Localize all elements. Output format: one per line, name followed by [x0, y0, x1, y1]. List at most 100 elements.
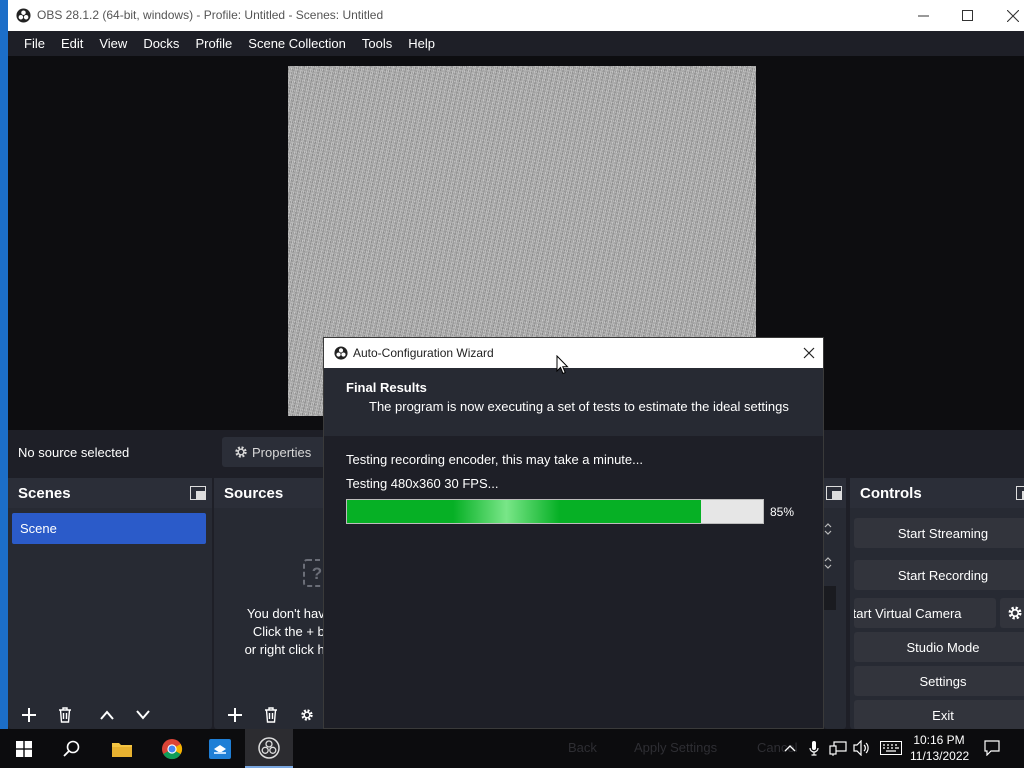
search-button[interactable] [48, 729, 96, 768]
dialog-title: Auto-Configuration Wizard [353, 346, 494, 360]
taskbar: Back Apply Settings Cancel 10:16 PM 11/1… [0, 729, 1024, 768]
close-window-button[interactable] [990, 0, 1024, 31]
start-button[interactable] [0, 729, 48, 768]
dialog-header: Final Results The program is now executi… [324, 368, 823, 436]
start-virtual-camera-button[interactable]: Start Virtual Camera [854, 598, 996, 628]
notifications-button[interactable] [982, 738, 1002, 758]
obs-logo-icon [334, 346, 348, 360]
spin-arrows-icon[interactable] [824, 522, 832, 536]
trash-icon [59, 707, 71, 723]
app-window-icon [209, 738, 231, 759]
start-streaming-button[interactable]: Start Streaming [854, 518, 1024, 548]
dialog-heading: Final Results [346, 380, 427, 395]
menu-tools[interactable]: Tools [354, 36, 400, 51]
network-icon [829, 741, 847, 756]
close-icon[interactable] [800, 344, 818, 362]
chevron-up-icon [784, 745, 796, 752]
obs-taskbar-button[interactable] [245, 729, 293, 768]
start-recording-button[interactable]: Start Recording [854, 560, 1024, 590]
remove-source-button[interactable] [256, 701, 286, 729]
gear-icon [1008, 606, 1022, 620]
menu-profile[interactable]: Profile [187, 36, 240, 51]
menu-scene-collection[interactable]: Scene Collection [240, 36, 354, 51]
maximize-button[interactable] [944, 0, 990, 31]
app-taskbar-button[interactable] [196, 729, 244, 768]
keyboard-tray-icon[interactable] [878, 738, 904, 758]
back-button-behind: Back [568, 740, 597, 755]
start-virtual-camera-label: Start Virtual Camera [854, 605, 962, 621]
move-scene-up-button[interactable] [92, 701, 122, 729]
undock-icon[interactable] [1016, 486, 1024, 500]
scenes-dock-header: Scenes [8, 478, 212, 508]
remove-scene-button[interactable] [50, 701, 80, 729]
properties-button[interactable]: Properties [222, 437, 326, 467]
file-explorer-taskbar-button[interactable] [98, 729, 146, 768]
trash-icon [265, 707, 277, 723]
studio-mode-button[interactable]: Studio Mode [854, 632, 1024, 662]
scene-list-item[interactable]: Scene [12, 513, 206, 544]
scenes-title: Scenes [18, 485, 71, 502]
chrome-taskbar-button[interactable] [148, 729, 196, 768]
menu-edit[interactable]: Edit [53, 36, 91, 51]
desktop-edge [0, 0, 8, 729]
title-bar: OBS 28.1.2 (64-bit, windows) - Profile: … [8, 0, 1024, 31]
apply-settings-button-behind: Apply Settings [634, 740, 718, 755]
undock-icon[interactable] [190, 486, 206, 500]
properties-label: Properties [252, 444, 312, 460]
menu-help[interactable]: Help [400, 36, 443, 51]
menu-bar: File Edit View Docks Profile Scene Colle… [8, 31, 1024, 56]
mouse-cursor-icon [556, 355, 569, 375]
windows-logo-icon [16, 740, 32, 757]
add-scene-button[interactable] [14, 701, 44, 729]
sources-dock-header: Sources [214, 478, 332, 508]
progress-percent: 85% [770, 505, 795, 519]
plus-icon [22, 708, 36, 722]
chevron-up-icon [100, 710, 114, 720]
controls-title: Controls [860, 485, 922, 502]
show-hidden-icons-button[interactable] [780, 738, 800, 758]
sources-empty-line-3: or right click he [244, 642, 332, 657]
scenes-toolbar [8, 701, 212, 729]
minimize-button[interactable] [900, 0, 946, 31]
taskbar-clock[interactable]: 10:16 PM 11/13/2022 [910, 732, 970, 764]
maximize-icon [961, 10, 973, 21]
audio-mixer-header [824, 478, 846, 508]
chat-bubble-icon [984, 740, 1000, 756]
controls-dock-header: Controls [850, 478, 1024, 508]
progress-bar-fill [347, 500, 701, 523]
sources-toolbar [214, 701, 332, 729]
minimize-icon [917, 15, 929, 17]
move-scene-down-button[interactable] [128, 701, 158, 729]
clock-date: 11/13/2022 [910, 749, 970, 763]
network-tray-icon[interactable] [828, 738, 848, 758]
obs-logo-icon [258, 736, 280, 759]
gear-icon [301, 709, 313, 721]
audio-mixer-dock [824, 478, 846, 729]
menu-docks[interactable]: Docks [135, 36, 187, 51]
menu-file[interactable]: File [16, 36, 53, 51]
microphone-tray-icon[interactable] [804, 738, 824, 758]
dialog-subheading: The program is now executing a set of te… [369, 399, 789, 414]
spin-arrows-icon[interactable] [824, 556, 832, 570]
svg-text:?: ? [312, 564, 322, 583]
window-title: OBS 28.1.2 (64-bit, windows) - Profile: … [37, 8, 384, 22]
status-line-1: Testing recording encoder, this may take… [346, 452, 643, 467]
undock-icon[interactable] [826, 486, 842, 500]
add-source-button[interactable] [220, 701, 250, 729]
volume-tray-icon[interactable] [852, 738, 872, 758]
scenes-dock: Scenes Scene [8, 478, 212, 729]
sources-empty-hint: You don't have Click the + bu or right c… [214, 605, 332, 659]
settings-button[interactable]: Settings [854, 666, 1024, 696]
search-icon [63, 740, 80, 757]
source-properties-button[interactable] [292, 701, 322, 729]
microphone-icon [809, 741, 819, 756]
virtual-camera-settings-button[interactable] [1000, 598, 1024, 628]
progress-bar [346, 499, 764, 524]
plus-icon [228, 708, 242, 722]
status-line-2: Testing 480x360 30 FPS... [346, 476, 499, 491]
chrome-icon [162, 738, 183, 759]
dialog-title-bar: Auto-Configuration Wizard [324, 338, 823, 368]
menu-view[interactable]: View [91, 36, 135, 51]
exit-button[interactable]: Exit [854, 700, 1024, 729]
keyboard-icon [880, 741, 902, 755]
